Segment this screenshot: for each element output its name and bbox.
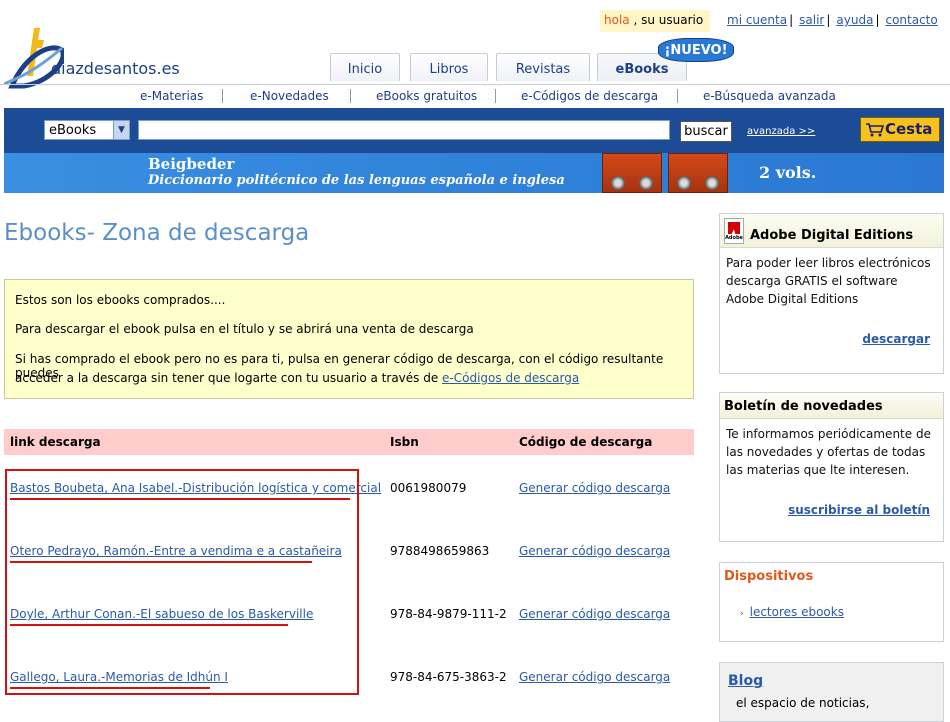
cart-label: Cesta: [885, 120, 933, 138]
logo-text: diazdesantos.es: [51, 59, 180, 78]
adobe-panel-text: Para poder leer libros electrónicos desc…: [726, 256, 931, 306]
tab-inicio[interactable]: Inicio: [330, 53, 400, 81]
subnav-e-novedades[interactable]: e-Novedades: [250, 89, 329, 103]
contact-link[interactable]: contacto: [885, 13, 937, 27]
new-badge: ¡NUEVO!: [658, 38, 734, 62]
tab-libros[interactable]: Libros: [410, 53, 488, 81]
top-links: mi cuenta | salir | ayuda | contacto: [727, 13, 938, 27]
generate-code-link[interactable]: Generar código descarga: [519, 544, 670, 558]
subnav-e-codigos[interactable]: e-Códigos de descarga: [521, 89, 658, 103]
search-input[interactable]: [138, 120, 670, 140]
info-line-1: Estos son los ebooks comprados....: [15, 293, 226, 307]
generate-code-link[interactable]: Generar código descarga: [519, 481, 670, 495]
subnav-divider: [222, 89, 223, 103]
red-highlight-annotation: [5, 469, 359, 695]
user-greeting: hola , su usuario: [600, 10, 710, 32]
book-cover-image: [668, 153, 728, 193]
newsletter-panel-text: Te informamos periódicamente de las nove…: [726, 427, 931, 477]
generate-code-link[interactable]: Generar código descarga: [519, 607, 670, 621]
isbn-value: 9788498659863: [390, 544, 490, 558]
advanced-search-link[interactable]: avanzada >>: [747, 126, 815, 137]
search-category-value: eBooks: [49, 123, 97, 138]
banner-author: Beigbeder: [148, 155, 235, 173]
subnav-e-busqueda-avanzada[interactable]: e-Búsqueda avanzada: [703, 89, 836, 103]
cart-icon: [866, 123, 884, 137]
ebook-readers-link[interactable]: lectores ebooks: [750, 605, 844, 619]
subscribe-newsletter-link[interactable]: suscribirse al boletín: [788, 503, 930, 517]
banner-volumes: 2 vols.: [759, 163, 817, 182]
greeting-user: , su usuario: [629, 13, 704, 27]
blog-link[interactable]: Blog: [728, 673, 763, 689]
blog-panel: Blog el espacio de noticias,: [719, 662, 944, 722]
logout-link[interactable]: salir: [799, 13, 824, 27]
subnav-e-materias[interactable]: e-Materias: [140, 89, 203, 103]
my-account-link[interactable]: mi cuenta: [727, 13, 787, 27]
blog-text: el espacio de noticias,: [736, 696, 870, 710]
bullet-arrow-icon: ›: [740, 609, 744, 619]
search-category-select[interactable]: eBooks ▼: [44, 120, 130, 140]
info-line-2: Para descargar el ebook pulsa en el títu…: [15, 322, 474, 336]
column-header-code: Código de descarga: [519, 435, 653, 449]
subnav-divider: [350, 89, 351, 103]
devices-panel: Dispositivos › lectores ebooks: [719, 562, 944, 642]
generate-code-link[interactable]: Generar código descarga: [519, 670, 670, 684]
newsletter-panel: Boletín de novedades Te informamos perió…: [719, 392, 944, 542]
e-codigos-link[interactable]: e-Códigos de descarga: [442, 371, 579, 385]
devices-list-item: › lectores ebooks: [740, 605, 844, 619]
table-header: link descarga Isbn Código de descarga: [4, 429, 694, 455]
subnav-divider: [677, 89, 678, 103]
adobe-logo-icon: Adobe: [724, 218, 744, 244]
greeting-hello: hola: [604, 13, 630, 27]
info-line-3b: acceder a la descarga sin tener que loga…: [15, 371, 579, 385]
tab-revistas[interactable]: Revistas: [496, 53, 590, 81]
subnav-ebooks-gratuitos[interactable]: eBooks gratuitos: [376, 89, 477, 103]
search-bar: eBooks ▼ buscar avanzada >> Cesta: [4, 108, 944, 153]
newsletter-panel-header: Boletín de novedades: [720, 393, 943, 419]
site-logo[interactable]: [4, 28, 204, 89]
adobe-panel: Adobe Adobe Digital Editions Para poder …: [719, 213, 944, 374]
banner-title: Diccionario politécnico de las lenguas e…: [148, 173, 565, 188]
devices-panel-header: Dispositivos: [720, 563, 943, 589]
search-button[interactable]: buscar: [680, 121, 732, 142]
help-link[interactable]: ayuda: [836, 13, 873, 27]
book-cover-image: [602, 153, 662, 193]
info-box: Estos son los ebooks comprados.... Para …: [4, 279, 694, 399]
chevron-down-icon: ▼: [113, 121, 129, 139]
cart-button[interactable]: Cesta: [860, 117, 940, 142]
adobe-panel-header: Adobe Adobe Digital Editions: [720, 214, 943, 248]
subnav-divider: [495, 89, 496, 103]
page-title: Ebooks- Zona de descarga: [4, 220, 310, 246]
isbn-value: 978-84-675-3863-2: [390, 670, 507, 684]
info-line-3b-text: acceder a la descarga sin tener que loga…: [15, 371, 443, 385]
isbn-value: 978-84-9879-111-2: [390, 607, 507, 621]
column-header-isbn: Isbn: [390, 435, 419, 449]
adobe-download-link[interactable]: descargar: [862, 332, 930, 346]
adobe-panel-title: Adobe Digital Editions: [750, 228, 914, 243]
column-header-link: link descarga: [10, 435, 101, 449]
sub-navigation: e-Materias e-Novedades eBooks gratuitos …: [0, 84, 950, 108]
promo-banner[interactable]: Beigbeder Diccionario politécnico de las…: [4, 153, 944, 193]
isbn-value: 0061980079: [390, 481, 467, 495]
